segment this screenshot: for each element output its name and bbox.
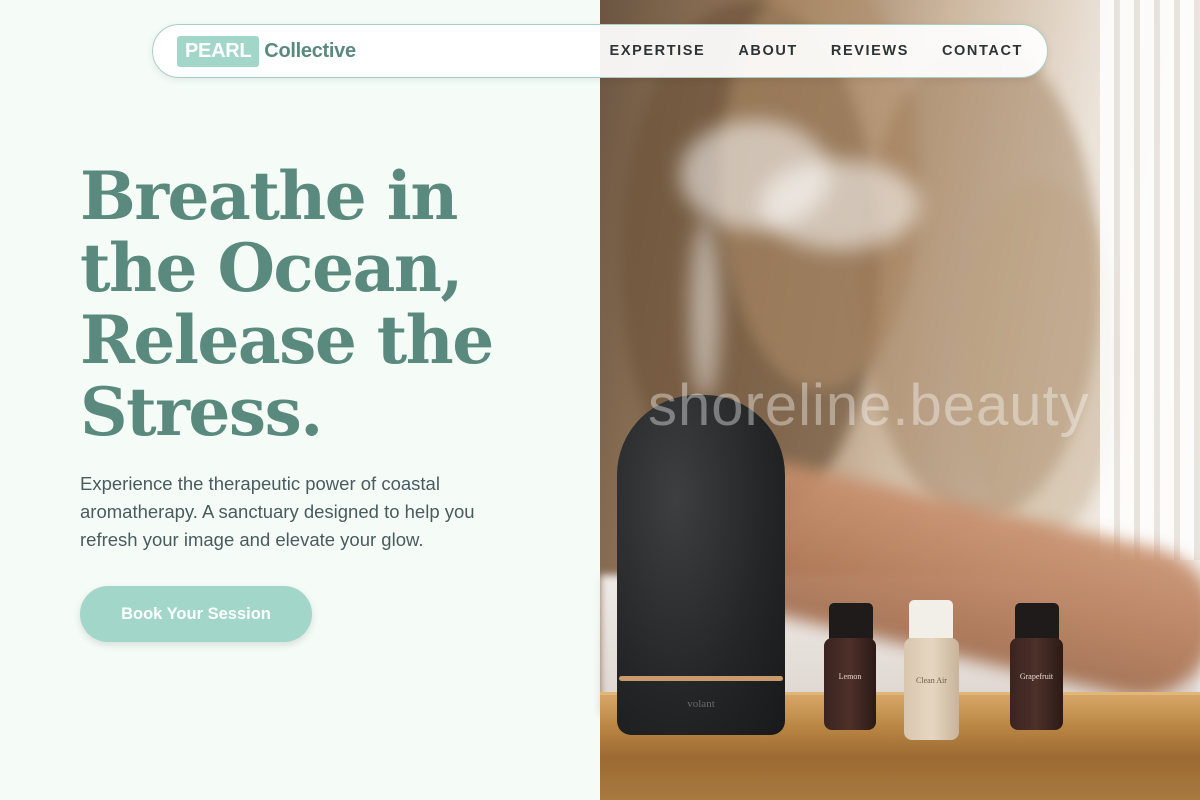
book-session-button[interactable]: Book Your Session (80, 586, 312, 642)
logo[interactable]: PEARL Collective (177, 35, 356, 67)
hero-description: Experience the therapeutic power of coas… (80, 473, 475, 550)
watermark: shoreline.beauty (648, 373, 1090, 438)
nav-link-reviews[interactable]: REVIEWS (831, 43, 909, 59)
window-blinds (1100, 0, 1200, 560)
diffuser-ring (619, 676, 783, 681)
diffuser (617, 395, 785, 735)
nav-links: EXPERTISE ABOUT REVIEWS CONTACT (610, 43, 1023, 59)
nav-link-about[interactable]: ABOUT (738, 43, 798, 59)
navbar: PEARL Collective EXPERTISE ABOUT REVIEWS… (152, 24, 1048, 78)
hero-title: Breathe in the Ocean, Release the Stress… (80, 157, 494, 451)
oil-bottle-lemon (824, 638, 876, 730)
logo-badge: PEARL (177, 35, 260, 67)
nav-link-expertise[interactable]: EXPERTISE (610, 43, 706, 59)
diffuser-brand: volant (687, 698, 715, 710)
oil-bottle-grapefruit (1010, 638, 1063, 730)
oil-bottle-clean-air (904, 638, 959, 740)
nav-link-contact[interactable]: CONTACT (942, 43, 1023, 59)
logo-text: Collective (264, 39, 356, 62)
